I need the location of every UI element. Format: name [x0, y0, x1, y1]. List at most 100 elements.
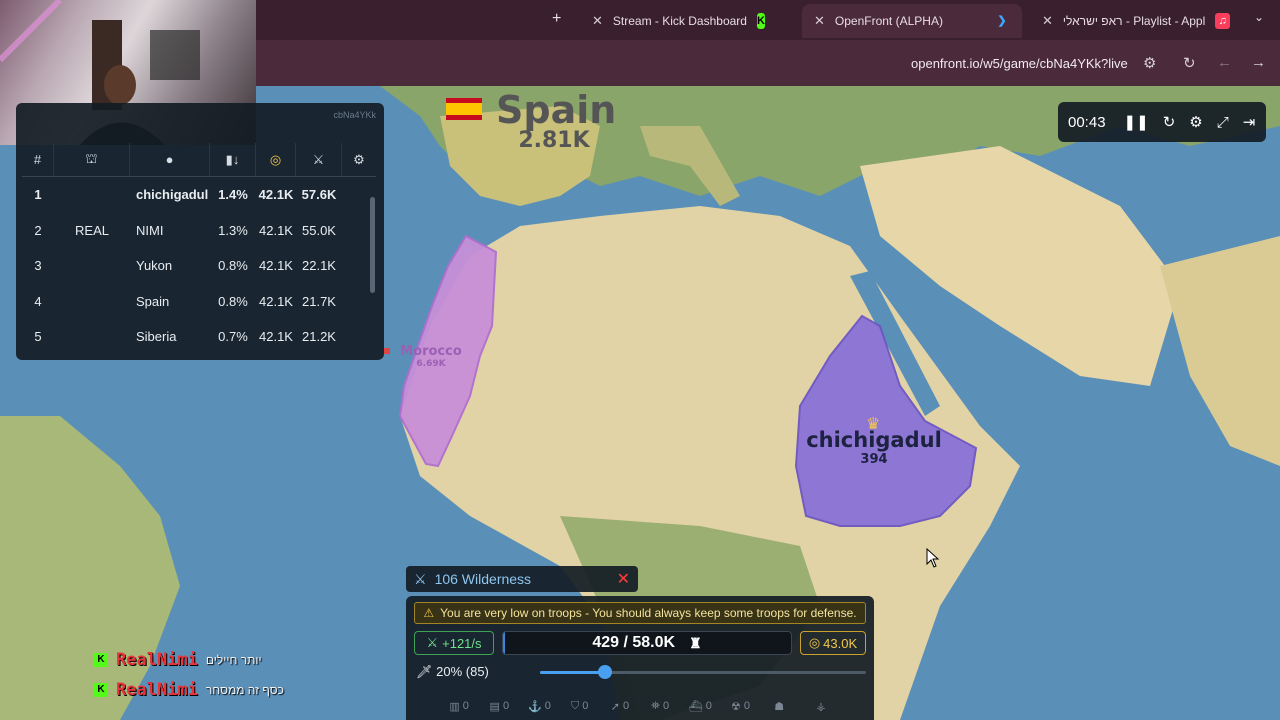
build-count: 0	[502, 700, 510, 712]
build-count: 0	[705, 700, 712, 712]
leaderboard-header: # ⛫ ● ▮↓ ◎ ⚔ ⚙	[22, 143, 376, 177]
player-name-cell: Spain	[136, 293, 170, 309]
restart-icon[interactable]: ↻	[1163, 113, 1176, 131]
openfront-icon: ❯	[997, 15, 1007, 27]
tab-openfront[interactable]: ✕ OpenFront (ALPHA) ❯	[802, 4, 1022, 38]
build-factory-button[interactable]: ▤ 0	[480, 700, 518, 713]
leaderboard-panel: cbNa4YKk # ⛫ ● ▮↓ ◎ ⚔ ⚙ 1 chichigadul 1.…	[16, 103, 384, 360]
player-troops: 394	[860, 452, 888, 467]
build-count: 0	[582, 700, 589, 712]
table-row[interactable]: 3 Yukon 0.8% 42.1K 22.1K	[22, 248, 376, 284]
rank-cell: 2	[34, 222, 42, 238]
build-bomb-button[interactable]: ☗	[762, 700, 800, 713]
attack-ratio-label: 20% (85)	[436, 664, 489, 679]
map-label-morocco[interactable]: Morocco 6.69K	[396, 344, 466, 369]
site-settings-icon[interactable]: ⚙	[1143, 54, 1156, 72]
player-icon[interactable]: ●	[130, 143, 210, 176]
gold-icon[interactable]: ◎	[256, 143, 296, 176]
build-mirv-button[interactable]: ⚶	[802, 700, 840, 713]
gold-value: 43.0K	[823, 635, 858, 651]
table-row[interactable]: 1 chichigadul 1.4% 42.1K 57.6K	[22, 177, 376, 213]
tiles-sort-icon[interactable]: ▮↓	[210, 143, 256, 176]
player-name-cell: Yukon	[136, 258, 173, 274]
warship-icon: ⛴	[688, 700, 703, 713]
player-name-cell: NIMI	[136, 222, 164, 238]
warning-text: You are very low on troops - You should …	[440, 606, 857, 620]
soldier-icon: ♜	[689, 634, 702, 651]
table-row[interactable]: 4 Spain 0.8% 42.1K 21.7K	[22, 284, 376, 320]
settings-icon[interactable]: ⚙	[1189, 113, 1202, 131]
share-cell: 0.7%	[218, 329, 248, 345]
music-icon: ♫	[1215, 13, 1230, 29]
troops-cell: 57.6K	[301, 187, 337, 203]
close-tab-icon[interactable]: ✕	[1042, 13, 1053, 29]
table-row[interactable]: 2 REAL NIMI 1.3% 42.1K 55.0K	[22, 213, 376, 249]
build-nuke-button[interactable]: ☢ 0	[721, 700, 759, 713]
troop-bar: 429 / 58.0K ♜	[502, 631, 792, 655]
fullscreen-icon[interactable]: ⤢	[1217, 114, 1229, 131]
leaderboard-scrollbar[interactable]	[370, 197, 375, 293]
reload-icon[interactable]: ↻	[1183, 54, 1196, 72]
rank-cell: 1	[34, 187, 42, 203]
map-label-player[interactable]: chichigadul 394	[804, 428, 944, 467]
bomb-icon: ☗	[774, 700, 785, 713]
new-tab-button[interactable]: +	[552, 10, 561, 28]
forward-icon[interactable]: →	[1251, 54, 1266, 71]
build-city-button[interactable]: ▥ 0	[440, 700, 478, 713]
exit-icon[interactable]: ⇥	[1243, 113, 1256, 131]
rank-cell: 3	[34, 258, 42, 274]
attack-ratio: 🗡 20% (85)	[416, 664, 489, 680]
close-icon[interactable]: ✕	[617, 569, 630, 589]
warning-icon: ⚠	[423, 606, 435, 620]
build-defense-button[interactable]: ⛉ 0	[561, 700, 599, 713]
nuke-icon: ☢	[731, 700, 741, 713]
spain-flag-icon	[446, 98, 482, 120]
pause-icon[interactable]: ❚❚	[1124, 113, 1149, 131]
attack-ratio-slider[interactable]	[540, 665, 866, 679]
troops-cell: 21.2K	[302, 329, 336, 345]
country-troops: 6.69K	[416, 359, 446, 369]
hover-target-label: 106 Wilderness	[434, 571, 532, 587]
clan-icon[interactable]: ⛫	[54, 143, 130, 176]
build-bar: ▥ 0 ▤ 0 ⚓ 0 ⛉ 0 ➚ 0 ⛯ 0 ⛴ 0 ☢ 0 ☗ ⚶	[440, 694, 840, 718]
close-tab-icon[interactable]: ✕	[814, 13, 825, 29]
slider-handle[interactable]	[598, 665, 613, 679]
rank-cell: 4	[34, 293, 42, 309]
player-name: chichigadul	[806, 428, 942, 452]
chat-text: כסף זה ממסחר	[205, 683, 284, 697]
build-count: 0	[462, 700, 469, 712]
sam-icon: ⛯	[651, 699, 660, 712]
missile-icon: ➚	[610, 700, 620, 713]
low-troops-warning: ⚠ You are very low on troops - You shoul…	[414, 602, 866, 624]
share-cell: 0.8%	[218, 258, 248, 274]
tab-title: Stream - Kick Dashboard	[612, 14, 747, 28]
anchor-icon: ⚓	[528, 700, 542, 713]
settings-icon[interactable]: ⚙	[342, 143, 376, 176]
build-missile-button[interactable]: ➚ 0	[601, 700, 639, 713]
troops-cell: 22.1K	[302, 258, 336, 274]
table-row[interactable]: 5 Siberia 0.7% 42.1K 21.2K	[22, 319, 376, 355]
gold-cell: 42.1K	[259, 293, 293, 309]
build-sam-button[interactable]: ⛯ 0	[641, 700, 679, 713]
back-icon[interactable]: ←	[1217, 54, 1232, 71]
troops-icon[interactable]: ⚔	[296, 143, 342, 176]
factory-icon: ▤	[489, 700, 500, 713]
chevron-down-icon[interactable]: ⌄	[1254, 10, 1264, 24]
tab-kick-dashboard[interactable]: ✕ Stream - Kick Dashboard K	[580, 4, 770, 38]
troop-count-value: 429 / 58.0K	[592, 634, 676, 651]
close-tab-icon[interactable]: ✕	[592, 13, 603, 29]
game-controls: 00:43 ❚❚ ↻ ⚙ ⤢ ⇥	[1058, 102, 1266, 142]
player-name-cell: chichigadul	[136, 187, 209, 203]
troop-rate: ⚔ +121/s	[414, 631, 494, 655]
chat-text: יותר חיילים	[205, 653, 262, 667]
tab-title: OpenFront (ALPHA)	[834, 14, 943, 28]
troop-rate-value: +121/s	[442, 635, 482, 651]
url-field[interactable]: openfront.io/w5/game/cbNa4YKk?live	[911, 56, 1128, 71]
tab-playlist[interactable]: ✕ ראפ ישראלי - Playlist - Appl ♫	[1030, 4, 1242, 38]
rank-cell: 5	[34, 329, 42, 345]
build-port-button[interactable]: ⚓ 0	[520, 700, 558, 713]
map-label-spain[interactable]: Spain 2.81K	[496, 88, 616, 153]
build-warship-button[interactable]: ⛴ 0	[681, 700, 719, 713]
mirv-icon: ⚶	[816, 700, 826, 713]
gold-icon: ◎	[808, 635, 821, 650]
